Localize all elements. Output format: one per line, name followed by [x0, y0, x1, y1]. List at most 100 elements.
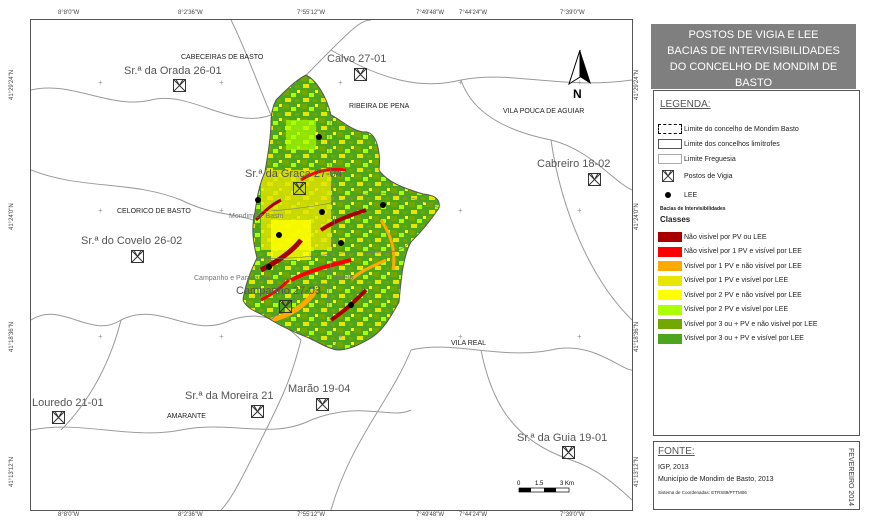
legend-class-item: Não visível por PV ou LEE: [658, 232, 767, 242]
legend-class-label: Não visível por PV ou LEE: [684, 233, 767, 241]
place-campanho: Campanho e Paradança: [194, 275, 270, 282]
legend-classes-heading: Classes: [660, 215, 691, 224]
grid-cross: +: [458, 206, 463, 215]
tick-bottom-4: 7°49'48"W: [416, 512, 445, 518]
tick-top-4: 7°49'48"W: [416, 10, 445, 16]
tick-left-3: 41°18'36"N: [9, 321, 15, 352]
lee-point: [348, 302, 354, 308]
legend-class-item: Visível por 2 PV e não visível por LEE: [658, 290, 802, 300]
grid-cross: +: [98, 332, 103, 341]
grid-cross: +: [98, 78, 103, 87]
vigia-tower-icon: [293, 182, 306, 195]
north-label: N: [573, 87, 582, 101]
title-line-2: BACIAS DE INTERVISIBILIDADES: [667, 45, 840, 57]
post-label-orada: Sr.ª da Orada 26-01: [124, 65, 222, 77]
legend-item-limit-limitrofes: Limite dos concelhos limítrofes: [658, 139, 780, 149]
map-frame: + + + + + + + + + + + + + + CABECEIRAS D…: [30, 19, 633, 511]
legend-class-swatch: [658, 246, 682, 257]
tick-left-1: 41°29'24"N: [9, 69, 15, 100]
legend-class-label: Visível por 1 PV e não visível por LEE: [684, 262, 802, 270]
legend-class-swatch: [658, 290, 682, 300]
post-label-marao: Marão 19-04: [288, 383, 351, 395]
lee-point: [338, 240, 344, 246]
place-cabeceiras: CABECEIRAS DE BASTO: [181, 54, 264, 61]
tick-bottom-5: 7°44'24"W: [459, 512, 488, 518]
legend-class-item: Visível por 1 PV e não visível por LEE: [658, 261, 802, 271]
tick-top-3: 7°55'12"W: [297, 10, 326, 16]
tick-top-1: 8°8'0"W: [58, 10, 80, 16]
legend-item-limit-freguesia: Limite Freguesia: [658, 154, 736, 164]
legend-class-label: Visível por 3 ou + PV e não visível por …: [684, 320, 818, 328]
tick-top-6: 7°39'0"W: [560, 10, 585, 16]
legend-class-swatch: [658, 261, 682, 271]
legend-class-swatch: [658, 232, 682, 242]
scale-label-1: 1.5: [535, 481, 544, 487]
vigia-tower-icon: [354, 68, 367, 81]
post-label-graca: Sr.ª da Graça 27-04: [245, 168, 343, 180]
grid-cross: +: [577, 332, 582, 341]
source-panel: FONTE: IGP, 2013 Município de Mondim de …: [653, 441, 860, 510]
vigia-tower-icon: [173, 79, 186, 92]
grid-cross: +: [219, 78, 224, 87]
legend-class-swatch: [658, 319, 682, 329]
vigia-tower-icon: [316, 398, 329, 411]
vigia-tower-icon: [658, 170, 682, 182]
legend-class-swatch: [658, 333, 682, 344]
tick-bottom-6: 7°39'0"W: [560, 512, 585, 518]
legend-class-label: Visível por 3 ou + PV e visível por LEE: [684, 335, 804, 342]
legend-class-item: Visível por 1 PV e visível por LEE: [658, 275, 789, 286]
dashed-boundary-icon: [658, 124, 682, 134]
tick-left-4: 41°13'12"N: [9, 456, 15, 487]
lee-point: [316, 134, 322, 140]
place-vila-real: VILA REAL: [451, 340, 487, 347]
lee-point: [380, 202, 386, 208]
title-line-3: DO CONCELHO DE MONDIM DE BASTO: [669, 61, 838, 89]
lee-dot-icon: [658, 190, 682, 200]
scale-bar: [518, 487, 570, 493]
legend-panel: LEGENDA: Limite do concelho de Mondim Ba…: [653, 90, 860, 436]
post-label-guia: Sr.ª da Guia 19-01: [517, 432, 608, 444]
scale-label-0: 0: [517, 481, 521, 487]
title-panel: POSTOS DE VIGIA E LEE BACIAS DE INTERVIS…: [651, 24, 856, 89]
tick-bottom-1: 8°8'0"W: [58, 512, 80, 518]
lee-point: [276, 232, 282, 238]
lee-point: [266, 264, 272, 270]
scale-label-2: 3 Km: [560, 481, 575, 487]
legend-class-label: Não visível por 1 PV e visível por LEE: [684, 248, 802, 255]
legend-item-lee: LEE: [658, 190, 697, 200]
vigia-tower-icon: [588, 173, 601, 186]
post-label-covelo: Sr.ª do Covelo 26-02: [81, 235, 183, 247]
source-heading: FONTE:: [658, 446, 695, 457]
vigia-tower-icon: [131, 250, 144, 263]
grid-cross: +: [219, 332, 224, 341]
source-line-3: Sistema de Coordenadas: ETRS89/PTTM06: [658, 490, 747, 495]
lee-point: [319, 209, 325, 215]
place-celorico: CELORICO DE BASTO: [117, 208, 191, 215]
tick-right-2: 41°24'0"N: [634, 203, 640, 230]
legend-class-label: Visível por 1 PV e visível por LEE: [684, 277, 789, 284]
tick-top-5: 7°44'24"W: [459, 10, 488, 16]
tick-bottom-2: 8°2'36"W: [178, 512, 203, 518]
lee-point: [255, 197, 261, 203]
source-line-2: Município de Mondim de Basto, 2013: [658, 476, 774, 483]
legend-heading: LEGENDA:: [660, 99, 711, 110]
tick-bottom-3: 7°55'12"W: [297, 512, 326, 518]
legend-item-limit-concelho: Limite do concelho de Mondim Basto: [658, 124, 799, 134]
legend-class-label: Visível por 2 PV e visível por LEE: [684, 306, 789, 313]
tick-top-2: 8°2'36"W: [178, 10, 203, 16]
legend-class-label: Visível por 2 PV e não visível por LEE: [684, 291, 802, 299]
place-ermelo: Ermelo: [331, 275, 354, 282]
legend-class-swatch: [658, 304, 682, 315]
place-amarante: AMARANTE: [167, 413, 206, 420]
post-label-cabreiro: Cabreiro 18-02: [537, 158, 611, 170]
tick-right-1: 41°29'24"N: [634, 69, 640, 100]
vigia-tower-icon: [562, 446, 575, 459]
legend-class-swatch: [658, 275, 682, 286]
vigia-tower-icon: [52, 411, 65, 424]
tick-right-3: 41°18'36"N: [634, 321, 640, 352]
legend-bacias-heading: Bacias de Intervisibilidades: [660, 206, 726, 212]
grid-cross: +: [338, 78, 343, 87]
parish-boundary-icon: [658, 154, 682, 164]
vigia-tower-icon: [251, 405, 264, 418]
grid-cross: +: [458, 78, 463, 87]
